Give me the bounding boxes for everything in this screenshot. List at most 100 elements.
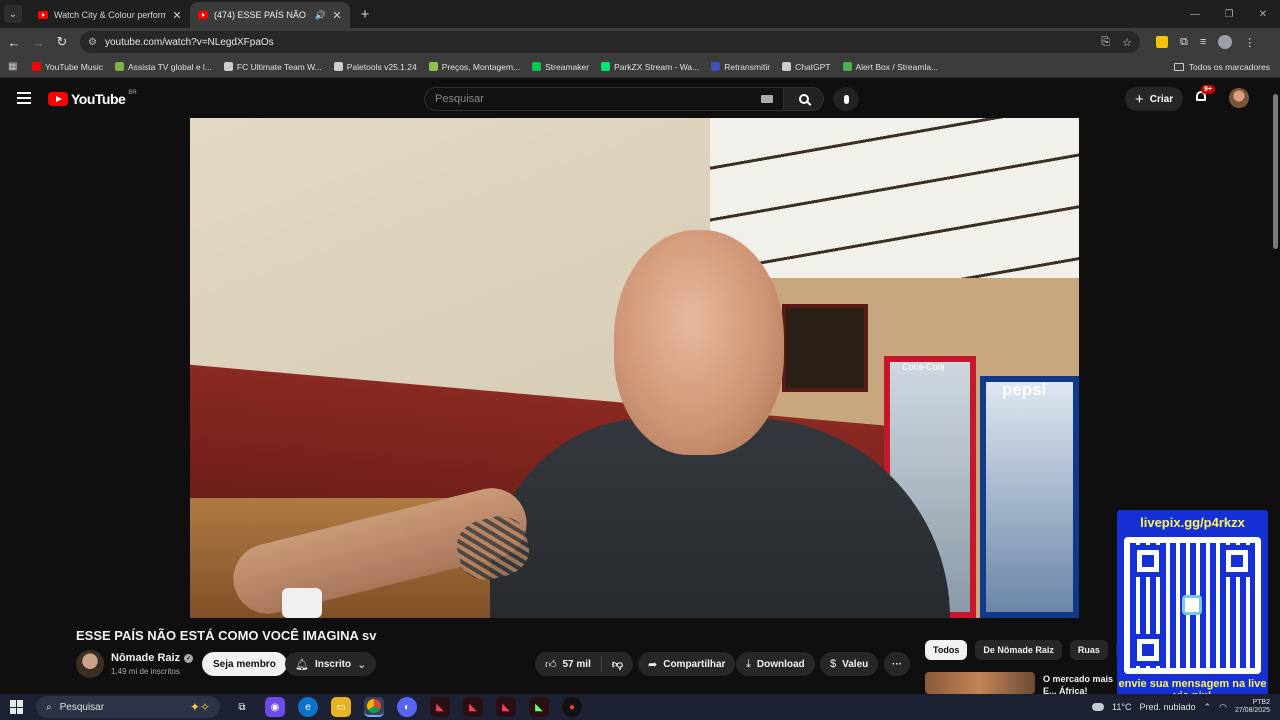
- search-icon: ⌕: [46, 701, 52, 713]
- bookmark-item[interactable]: ChatGPT: [782, 62, 831, 72]
- copilot-icon[interactable]: ◉: [265, 697, 285, 717]
- bookmark-item[interactable]: Paletools v25.1.24: [333, 62, 417, 72]
- menu-hamburger-icon[interactable]: [17, 92, 31, 107]
- weather-cloud-icon: [1092, 703, 1105, 711]
- more-actions-button[interactable]: ···: [884, 652, 910, 676]
- country-code: BR: [128, 90, 137, 96]
- taskbar-search[interactable]: ⌕ Pesquisar ✦✧: [36, 696, 220, 718]
- chevron-down-icon: ⌄: [357, 658, 367, 671]
- like-button[interactable]: 👍︎ 57 mil: [545, 656, 602, 672]
- youtube-logo[interactable]: YouTube BR: [48, 90, 137, 107]
- bookmark-label: YouTube Music: [45, 61, 103, 72]
- bookmark-favicon-icon: [32, 62, 41, 71]
- dislike-button[interactable]: 👎︎: [602, 658, 633, 671]
- close-tab-icon[interactable]: ✕: [332, 9, 342, 22]
- page-scrollbar[interactable]: [1270, 84, 1280, 694]
- bookmark-item[interactable]: Streamaker: [532, 62, 589, 72]
- tab-city-colour[interactable]: Watch City & Colour perform t ✕: [30, 2, 190, 28]
- file-explorer-icon[interactable]: ▭: [331, 697, 351, 717]
- new-tab-button[interactable]: +: [356, 6, 374, 23]
- streaming-app-icon-3[interactable]: ◣: [496, 697, 516, 717]
- temperature: 11°C: [1112, 702, 1132, 712]
- chrome-menu-icon[interactable]: ⋮: [1244, 36, 1255, 49]
- bookmark-item[interactable]: Alert Box / Streamla...: [842, 62, 938, 72]
- profile-icon[interactable]: [1218, 35, 1233, 49]
- windows-start-icon[interactable]: [10, 700, 24, 714]
- create-button[interactable]: + Criar: [1125, 87, 1184, 111]
- tray-app-icon[interactable]: ●: [562, 697, 582, 717]
- bookmark-item[interactable]: FC Ultimate Team W...: [223, 62, 322, 72]
- scrollbar-thumb[interactable]: [1273, 94, 1278, 249]
- streaming-app-icon-2[interactable]: ◣: [463, 697, 483, 717]
- chip-all[interactable]: Todos: [925, 640, 968, 660]
- channel-avatar[interactable]: [76, 650, 104, 678]
- bookmark-item[interactable]: Preços, Montagem...: [428, 62, 520, 72]
- tab-search-icon[interactable]: ⌄: [4, 5, 22, 23]
- tab-title: Watch City & Colour perform t: [54, 10, 166, 20]
- maximize-icon[interactable]: ❐: [1212, 0, 1246, 28]
- keyboard-icon[interactable]: [761, 95, 773, 103]
- chip-from-channel[interactable]: De Nômade Raiz: [975, 640, 1062, 660]
- bell-icon: 🔔︎: [295, 658, 309, 671]
- streaming-app-icon-4[interactable]: ◣: [529, 697, 549, 717]
- bookmark-favicon-icon: [333, 62, 343, 71]
- video-player[interactable]: Coca-Cola pepsi: [190, 118, 1079, 618]
- media-controls-icon[interactable]: ≡: [1200, 36, 1206, 48]
- create-label: Criar: [1149, 93, 1174, 105]
- apps-grid-icon[interactable]: ▦: [8, 61, 22, 72]
- search-placeholder: Pesquisar: [435, 93, 484, 105]
- subscribed-button[interactable]: 🔔︎ Inscrito ⌄: [285, 652, 377, 676]
- share-button[interactable]: ➦ Compartilhar: [638, 652, 736, 676]
- site-info-icon[interactable]: ⚙: [88, 37, 97, 48]
- chip-streets[interactable]: Ruas: [1069, 640, 1108, 660]
- task-view-icon[interactable]: ⧉: [232, 697, 252, 717]
- join-member-button[interactable]: Seja membro: [202, 652, 287, 676]
- reload-icon[interactable]: ↻: [50, 30, 74, 54]
- recommended-video-title[interactable]: O mercado mais E... África! (nunca vi...: [1043, 673, 1118, 695]
- download-button[interactable]: ⤓ Download: [736, 652, 815, 676]
- speaker-icon[interactable]: 🔊: [315, 10, 326, 21]
- bookmark-star-icon[interactable]: ☆: [1122, 36, 1132, 49]
- search-button[interactable]: [784, 87, 824, 111]
- cast-icon[interactable]: ⎘: [1101, 36, 1110, 49]
- bookmark-item[interactable]: YouTube Music: [32, 62, 103, 72]
- discord-icon[interactable]: ◐: [397, 697, 417, 717]
- bookmark-favicon-icon: [428, 62, 438, 71]
- back-icon[interactable]: ←: [2, 30, 26, 54]
- extension-icon[interactable]: [1156, 36, 1168, 48]
- url-text[interactable]: youtube.com/watch?v=NLegdXFpaOs: [105, 37, 1089, 48]
- close-tab-icon[interactable]: ✕: [172, 9, 182, 22]
- chrome-icon[interactable]: [364, 697, 384, 717]
- keyboard-language: PTB2: [1252, 699, 1270, 706]
- bookmark-item[interactable]: ParkZX Stream - Wa...: [601, 62, 699, 72]
- voice-search-button[interactable]: [833, 87, 859, 111]
- streaming-app-icon-1[interactable]: ◣: [430, 697, 450, 717]
- video-title: ESSE PAÍS NÃO ESTÁ COMO VOCÊ IMAGINA sv: [76, 628, 377, 643]
- thumbs-down-icon: 👎︎: [611, 658, 624, 671]
- bookmark-item[interactable]: Assista TV global e l...: [114, 62, 212, 72]
- bookmark-item[interactable]: Retransmitir: [711, 62, 770, 72]
- forward-icon[interactable]: →: [26, 30, 50, 54]
- minimize-icon[interactable]: —: [1178, 0, 1212, 28]
- channel-name[interactable]: Nômade Raiz ✓: [111, 652, 194, 664]
- thanks-button[interactable]: $ Valeu: [820, 652, 879, 676]
- bookmark-favicon-icon: [842, 62, 852, 71]
- all-bookmarks-button[interactable]: Todos os marcadores: [1173, 56, 1270, 78]
- bookmark-label: Streamaker: [545, 61, 590, 72]
- show-hidden-icons[interactable]: ⌃: [1204, 702, 1212, 713]
- recommended-video-thumbnail[interactable]: [925, 672, 1035, 694]
- related-filter-chips: Todos De Nômade Raiz Ruas R: [925, 640, 1139, 660]
- clock[interactable]: PTB2 27/08/2025: [1235, 699, 1270, 715]
- address-bar[interactable]: ⚙ youtube.com/watch?v=NLegdXFpaOs ⎘ ☆: [80, 31, 1140, 53]
- wifi-icon[interactable]: ◠: [1219, 702, 1227, 713]
- subscribed-label: Inscrito: [314, 658, 352, 670]
- extensions-puzzle-icon[interactable]: ⧉: [1180, 36, 1188, 49]
- channel-name-text: Nômade Raiz: [111, 652, 181, 664]
- account-avatar[interactable]: [1229, 88, 1249, 108]
- tab-current-video[interactable]: (474) ESSE PAÍS NÃO ESTÁ 🔊 ✕: [190, 2, 350, 28]
- edge-icon[interactable]: e: [298, 697, 318, 717]
- download-icon: ⤓: [746, 657, 751, 670]
- search-input[interactable]: Pesquisar: [424, 87, 784, 111]
- close-window-icon[interactable]: ✕: [1246, 0, 1280, 28]
- verified-check-icon: ✓: [184, 653, 194, 663]
